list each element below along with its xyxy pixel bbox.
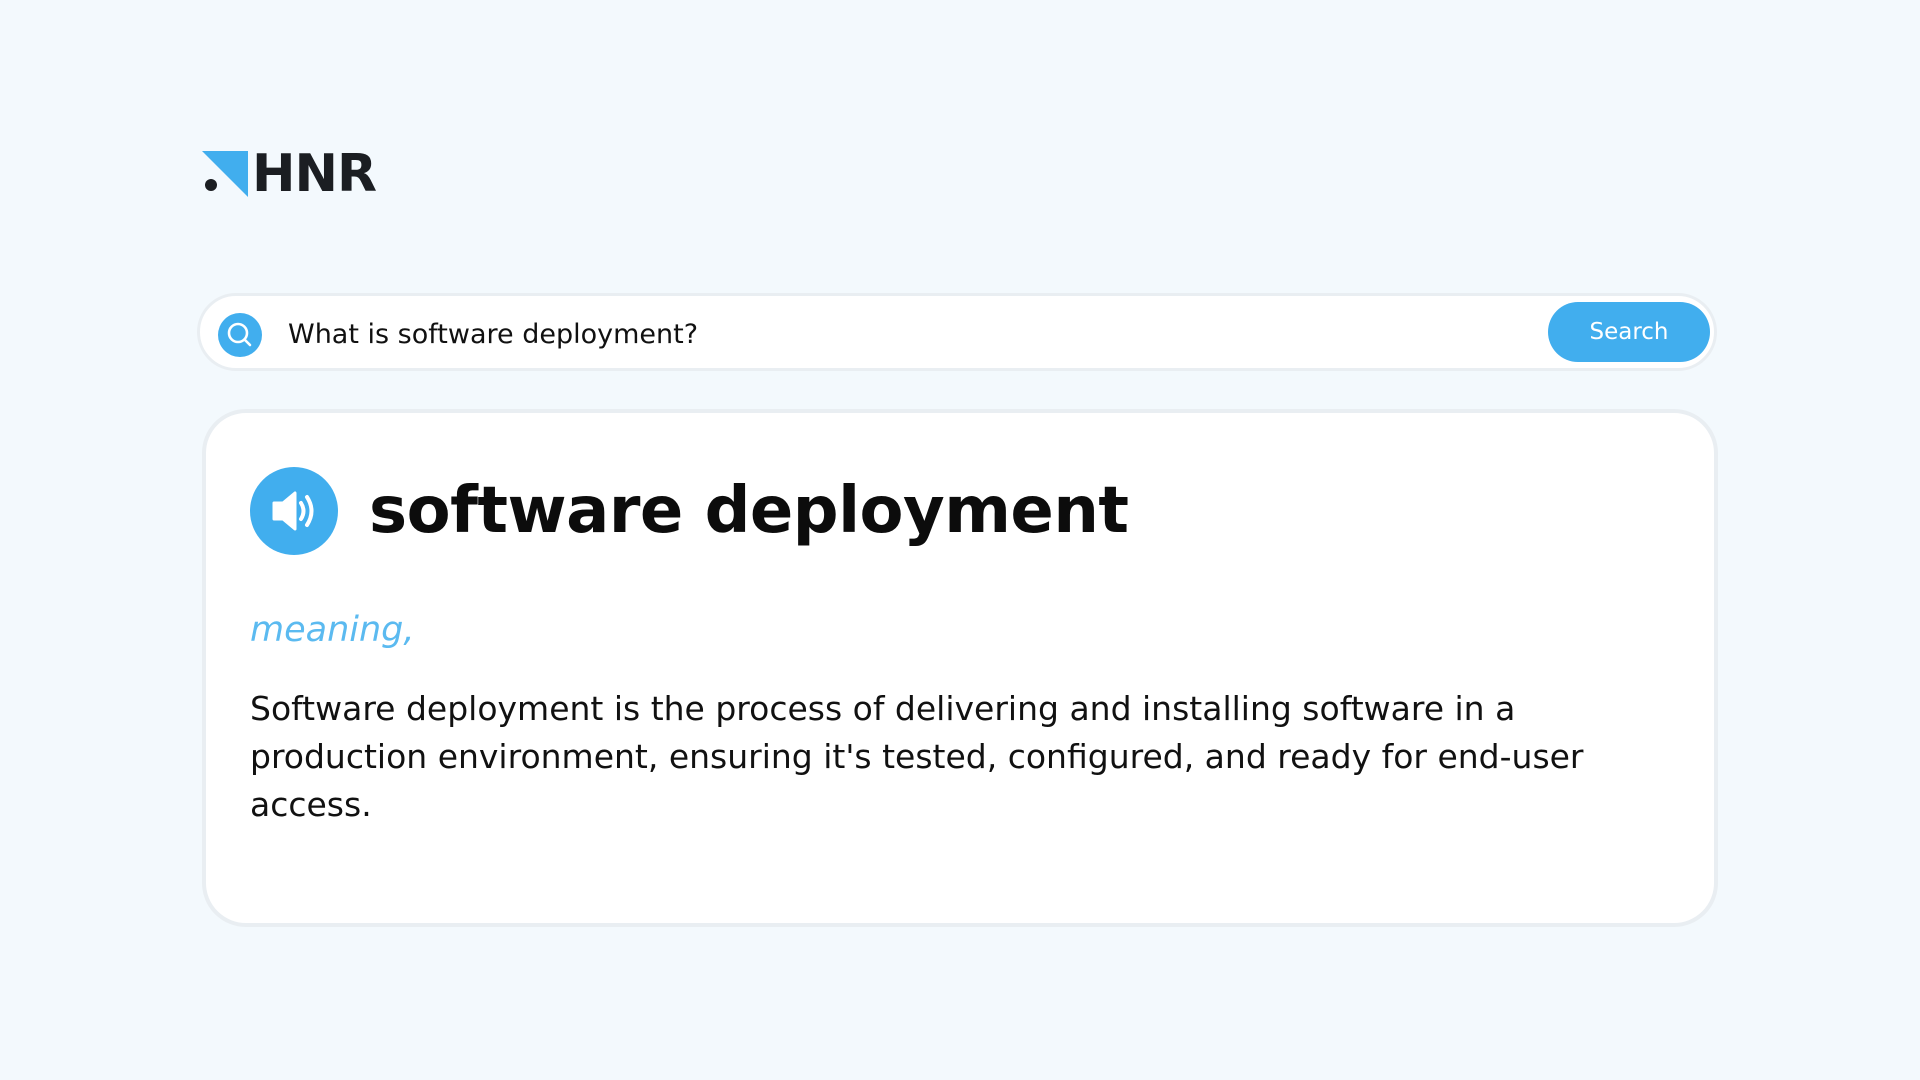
brand-name: HNR <box>252 144 377 204</box>
brand-logo[interactable]: HNR <box>202 144 377 204</box>
meaning-label: meaning, <box>250 610 415 650</box>
search-bar: Search <box>197 293 1717 371</box>
search-icon <box>218 313 262 357</box>
definition-text: Software deployment is the process of de… <box>250 689 1584 824</box>
term-heading: software deployment <box>369 474 1129 548</box>
speaker-icon <box>272 491 314 531</box>
pronunciation-button[interactable] <box>250 467 338 555</box>
hnr-logo-mark-icon <box>202 151 248 197</box>
definition-card: software deployment meaning, Software de… <box>202 409 1718 927</box>
search-input[interactable] <box>288 314 1348 354</box>
search-button[interactable]: Search <box>1548 302 1710 362</box>
